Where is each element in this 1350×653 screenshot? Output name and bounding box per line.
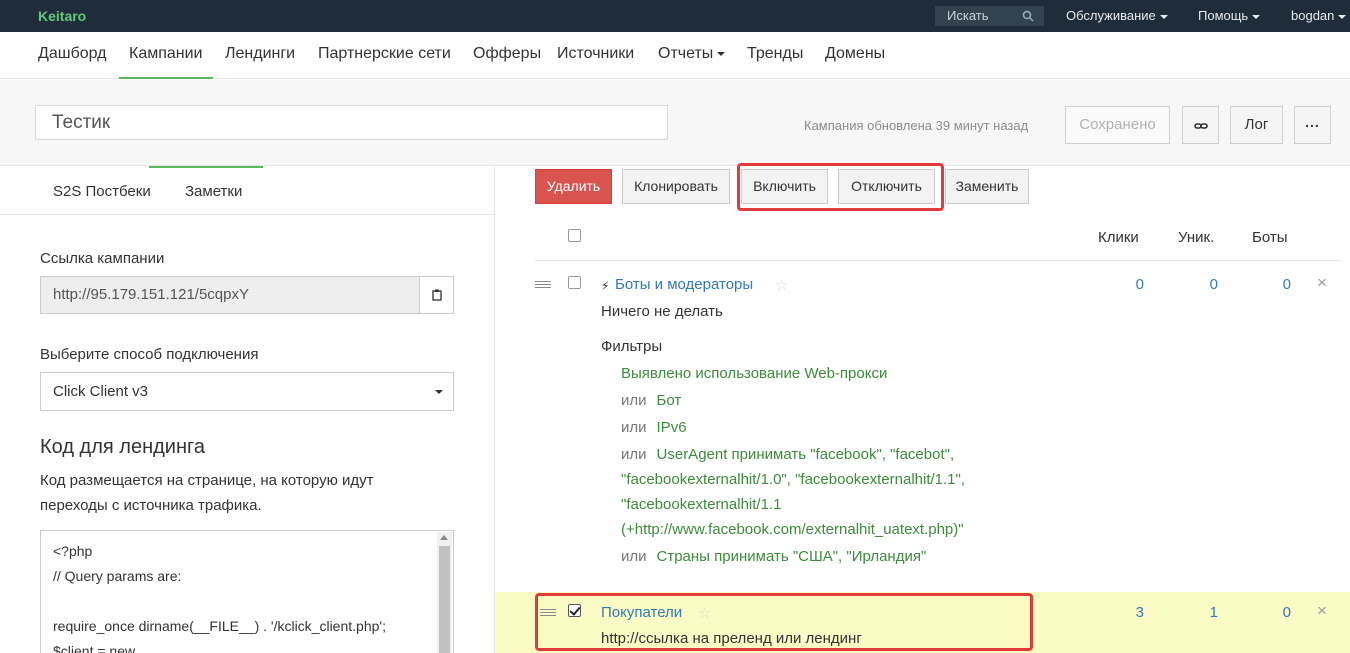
flow-unique[interactable]: 1 [1188,604,1218,621]
highlight-frame [535,593,1033,651]
chevron-down-icon [717,51,726,56]
flow-action: Ничего не делать [601,303,723,320]
chevron-down-icon [1159,14,1168,19]
lightning-icon: ⚡ [601,279,610,293]
nav-offers[interactable]: Офферы [473,45,541,63]
save-button[interactable]: Сохранено [1065,106,1170,144]
nav-trends[interactable]: Тренды [747,45,803,63]
filter-item: или UserAgent принимать "facebook", "face… [621,446,955,463]
code-line: <?php [53,543,93,559]
nav-reports[interactable]: Отчеты [658,45,726,63]
table-divider [535,260,1341,261]
replace-button[interactable]: Заменить [945,169,1029,204]
connection-method-select[interactable]: Click Client v3 [40,372,454,411]
nav-campaigns[interactable]: Кампании [119,45,212,79]
filter-item: или Бот [621,392,682,409]
search-icon [1022,10,1034,22]
more-icon: ... [1305,114,1320,130]
tab-indicator [149,166,263,168]
search-placeholder: Искать [947,8,989,23]
code-scrollbar[interactable] [437,532,452,653]
tab-s2s-postbacks[interactable]: S2S Постбеки [53,183,151,200]
tabs-divider [0,214,494,215]
log-button[interactable]: Лог [1230,106,1283,144]
filter-item: или IPv6 [621,419,687,436]
campaign-link-field[interactable]: http://95.179.151.121/5cqpxY [40,276,420,314]
column-unique: Уник. [1178,229,1215,246]
clone-button[interactable]: Клонировать [622,169,730,204]
menu-user[interactable]: bogdan [1291,8,1347,23]
highlight-frame [737,163,944,211]
campaign-name-input[interactable] [35,105,668,140]
filters-label: Фильтры [601,338,663,355]
filter-item: (+http://www.facebook.com/externalhit_ua… [621,521,964,538]
nav-landings[interactable]: Лендинги [225,45,295,63]
filter-item: или Страны принимать "США", "Ирландия" [621,548,927,565]
flow-unique[interactable]: 0 [1188,276,1218,293]
nav-domains[interactable]: Домены [825,45,885,63]
flow-bots[interactable]: 0 [1261,276,1291,293]
filter-item: Выявлено использование Web-прокси [621,365,888,382]
chevron-down-icon [1338,14,1347,19]
menu-help[interactable]: Помощь [1198,8,1261,23]
column-clicks: Клики [1098,229,1139,246]
left-panel: S2S Постбеки Заметки Ссылка кампании htt… [0,166,495,653]
flow-title[interactable]: Боты и модераторы [615,276,753,293]
flow-bots[interactable]: 0 [1261,604,1291,621]
connection-method-label: Выберите способ подключения [40,346,259,363]
nav-dashboard[interactable]: Дашборд [38,45,107,63]
link-button[interactable] [1182,106,1219,144]
connection-method-value: Click Client v3 [53,383,149,400]
code-line: // Query params are: [53,568,182,584]
star-icon[interactable]: ☆ [775,276,788,294]
clipboard-icon [432,289,442,301]
scroll-thumb[interactable] [439,546,450,653]
flow-clicks[interactable]: 0 [1114,276,1144,293]
close-icon[interactable]: × [1317,601,1327,621]
drag-handle-icon[interactable] [535,281,551,288]
copy-button[interactable] [419,276,454,314]
chevron-down-icon [435,390,443,394]
landing-code-description: Код размещается на странице, на которую … [40,472,374,514]
more-button[interactable]: ... [1294,106,1331,144]
top-bar: Keitaro Искать Обслуживание Помощь bogda… [0,0,1350,32]
filter-item: "facebookexternalhit/1.1 [621,496,782,513]
filter-item: "facebookexternalhit/1.0", "facebookexte… [621,471,966,488]
link-icon [1193,123,1208,129]
menu-service[interactable]: Обслуживание [1066,8,1168,23]
flow-checkbox[interactable] [568,276,581,289]
code-textarea[interactable]: <?php // Query params are: require_once di… [40,530,454,653]
campaign-link-label: Ссылка кампании [40,250,165,267]
close-icon[interactable]: × [1317,273,1327,293]
top-search-input[interactable]: Искать [935,6,1044,26]
select-all-checkbox[interactable] [568,229,581,242]
nav-sources[interactable]: Источники [557,45,634,63]
scroll-up-icon[interactable] [440,535,448,540]
delete-button[interactable]: Удалить [535,169,612,204]
landing-code-heading: Код для лендинга [40,436,205,458]
code-line: require_once dirname(__FILE__) . '/kclic… [53,618,386,634]
code-line: $client = new [53,643,136,653]
chevron-down-icon [1252,14,1261,19]
flow-clicks[interactable]: 3 [1114,604,1144,621]
tab-notes[interactable]: Заметки [185,183,242,200]
nav-affiliate-networks[interactable]: Партнерские сети [318,45,451,63]
column-bots: Боты [1252,229,1288,246]
updated-status: Кампания обновлена 39 минут назад [804,118,1029,133]
main-nav: Дашборд Кампании Лендинги Партнерские се… [0,32,1350,79]
logo[interactable]: Keitaro [38,8,86,24]
